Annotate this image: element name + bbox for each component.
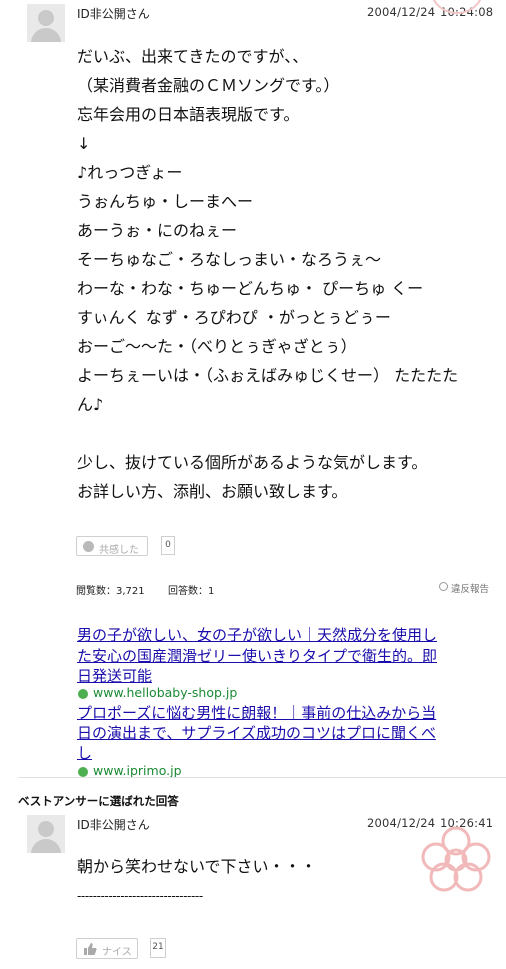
question-line: だいぶ、出来てきたのですが、、 [77, 47, 309, 66]
nice-button[interactable]: ナイス [76, 938, 138, 959]
question-line: すぃんく なず・ろぴわぴ ・がっとぅどぅー [77, 308, 391, 327]
question-line: （某消費者金融のＣＭソングです。） [77, 76, 340, 95]
question-date: 2004/12/24 [367, 5, 436, 19]
question-line: ん♪ [77, 395, 104, 414]
report-link[interactable]: 違反報告 [451, 581, 489, 595]
empathy-button[interactable]: 共感した [76, 536, 148, 556]
empathy-label: 共感した [99, 545, 139, 556]
question-line: うぉんちゅ・しーまへー [77, 192, 254, 211]
question-line: ♪れっつぎょー [77, 163, 183, 182]
ad-url[interactable]: www.hellobaby-shop.jp [93, 685, 237, 700]
ad-title-line[interactable]: 男の子が欲しい、女の子が欲しい｜天然成分を使用し [77, 626, 437, 646]
ad-title-line[interactable]: 日の演出まで、サプライズ成功のコツはプロに聞くべ [77, 724, 436, 744]
question-line: お詳しい方、添削、お願い致します。 [77, 482, 348, 501]
avatar [27, 4, 65, 42]
view-count: 閲覧数：3,721 [76, 586, 145, 597]
best-answer-stamp-icon [421, 826, 491, 892]
answer-line: -------------------------------- [77, 889, 203, 903]
question-line: わーな・わな・ちゅーどんちゅ・ ぴーちゅ くー [77, 279, 424, 298]
report-icon [439, 582, 448, 591]
question-line: そーちゅなご・ろなしっまい・なろうぇ～ [77, 250, 382, 269]
ad-url[interactable]: www.iprimo.jp [93, 763, 182, 778]
ad-title-line[interactable]: た安心の国産潤滑ゼリー使いきりタイプで衛生的。即 [77, 647, 437, 667]
avatar [27, 815, 65, 853]
ad-title-line[interactable]: し [77, 744, 92, 764]
ad-title-line[interactable]: 日発送可能 [77, 667, 152, 687]
best-answer-title: ベストアンサーに選ばれた回答 [18, 794, 179, 808]
smile-icon [83, 541, 94, 552]
leaf-icon [78, 689, 88, 699]
answer-user-name[interactable]: ID非公開さん [77, 816, 150, 833]
answer-count: 回答数：1 [168, 586, 215, 597]
question-line: よーちぇーいは・（ふぉえばみゅじくせー） たたたた [77, 366, 459, 385]
ad-title-line[interactable]: プロポーズに悩む男性に朗報！｜事前の仕込みから当 [77, 704, 436, 724]
question-line: あーうぉ・にのねぇー [77, 221, 238, 240]
question-line: 忘年会用の日本語表現版です。 [77, 105, 300, 124]
question-line: ↓ [77, 134, 91, 153]
question-line: おーご～～た・（べりとぅぎゃざとぅ） [77, 337, 357, 356]
question-user-name[interactable]: ID非公開さん [77, 5, 150, 22]
empathy-count: 0 [161, 536, 175, 555]
nice-count: 21 [150, 938, 166, 958]
leaf-icon [78, 767, 88, 777]
question-line: 少し、抜けている個所があるような気がします。 [77, 453, 428, 472]
thumbs-up-icon [84, 943, 97, 955]
nice-label: ナイス [102, 947, 132, 958]
answer-line: 朝から笑わせないで下さい・・・ [77, 857, 317, 876]
section-divider [18, 777, 506, 778]
